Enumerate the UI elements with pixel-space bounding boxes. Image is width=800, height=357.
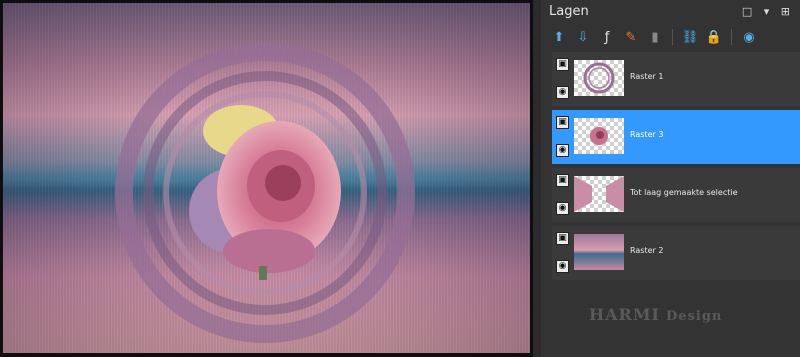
rings-thumbnail [583,62,615,94]
layer-group-icon[interactable]: ▣ [556,174,569,187]
layer-thumbnail [574,176,624,212]
layer-name: Raster 2 [630,246,664,255]
visibility-icon[interactable]: ◉ [739,27,759,47]
eye-icon[interactable]: ◉ [556,86,569,99]
adjustment-layer-icon[interactable]: ƒ [597,27,617,47]
layer-thumbnail [574,234,624,270]
layer-group-icon[interactable]: ▣ [556,58,569,71]
layer-group-icon[interactable]: ▣ [556,232,569,245]
artwork [3,3,530,353]
eye-icon[interactable]: ◉ [556,260,569,273]
watermark-suffix: Design [666,309,723,324]
layer-name: Tot laag gemaakte selectie [630,188,738,197]
link-icon[interactable]: ⛓ [680,27,700,47]
layer-row-raster-1[interactable]: ▣ ◉ Raster 1 [552,52,800,106]
selection-thumbnail [574,176,624,212]
layer-name: Raster 3 [630,130,664,139]
image-canvas[interactable] [0,0,533,357]
delete-layer-icon[interactable]: ▮ [645,27,665,47]
toolbar-divider [731,29,732,45]
layer-row-selection[interactable]: ▣ ◉ Tot laag gemaakte selectie [552,168,800,222]
new-raster-layer-icon[interactable]: ⬆ [549,27,569,47]
toolbar-divider [672,29,673,45]
harmi-design-watermark: HARMI Design [589,305,722,324]
eye-icon[interactable]: ◉ [556,144,569,157]
layer-name: Raster 1 [630,72,664,81]
layers-list: ▣ ◉ Raster 1 ▣ ◉ Raster 3 ▣ ◉ Tot laag g… [552,52,800,284]
layer-row-raster-3[interactable]: ▣ ◉ Raster 3 [552,110,800,164]
window-controls[interactable]: □ ▾ ⊞ [742,5,794,18]
layer-group-icon[interactable]: ▣ [556,116,569,129]
watermark-brand: HARMI [589,305,661,324]
lock-icon[interactable]: 🔒 [704,27,724,47]
rose-image [189,105,341,280]
layer-row-raster-2[interactable]: ▣ ◉ Raster 2 [552,226,800,280]
new-vector-layer-icon[interactable]: ⇩ [573,27,593,47]
eye-icon[interactable]: ◉ [556,202,569,215]
layer-thumbnail [574,118,624,154]
layers-panel: Lagen □ ▾ ⊞ ⬆ ⇩ ƒ ✎ ▮ ⛓ 🔒 ◉ ▣ ◉ Raster 1… [541,0,800,357]
paint-brush-icon[interactable]: ✎ [621,27,641,47]
layers-toolbar: ⬆ ⇩ ƒ ✎ ▮ ⛓ 🔒 ◉ [549,26,759,48]
layer-thumbnail [574,60,624,96]
panel-title: Lagen [549,4,589,19]
rose-thumbnail [590,127,608,145]
